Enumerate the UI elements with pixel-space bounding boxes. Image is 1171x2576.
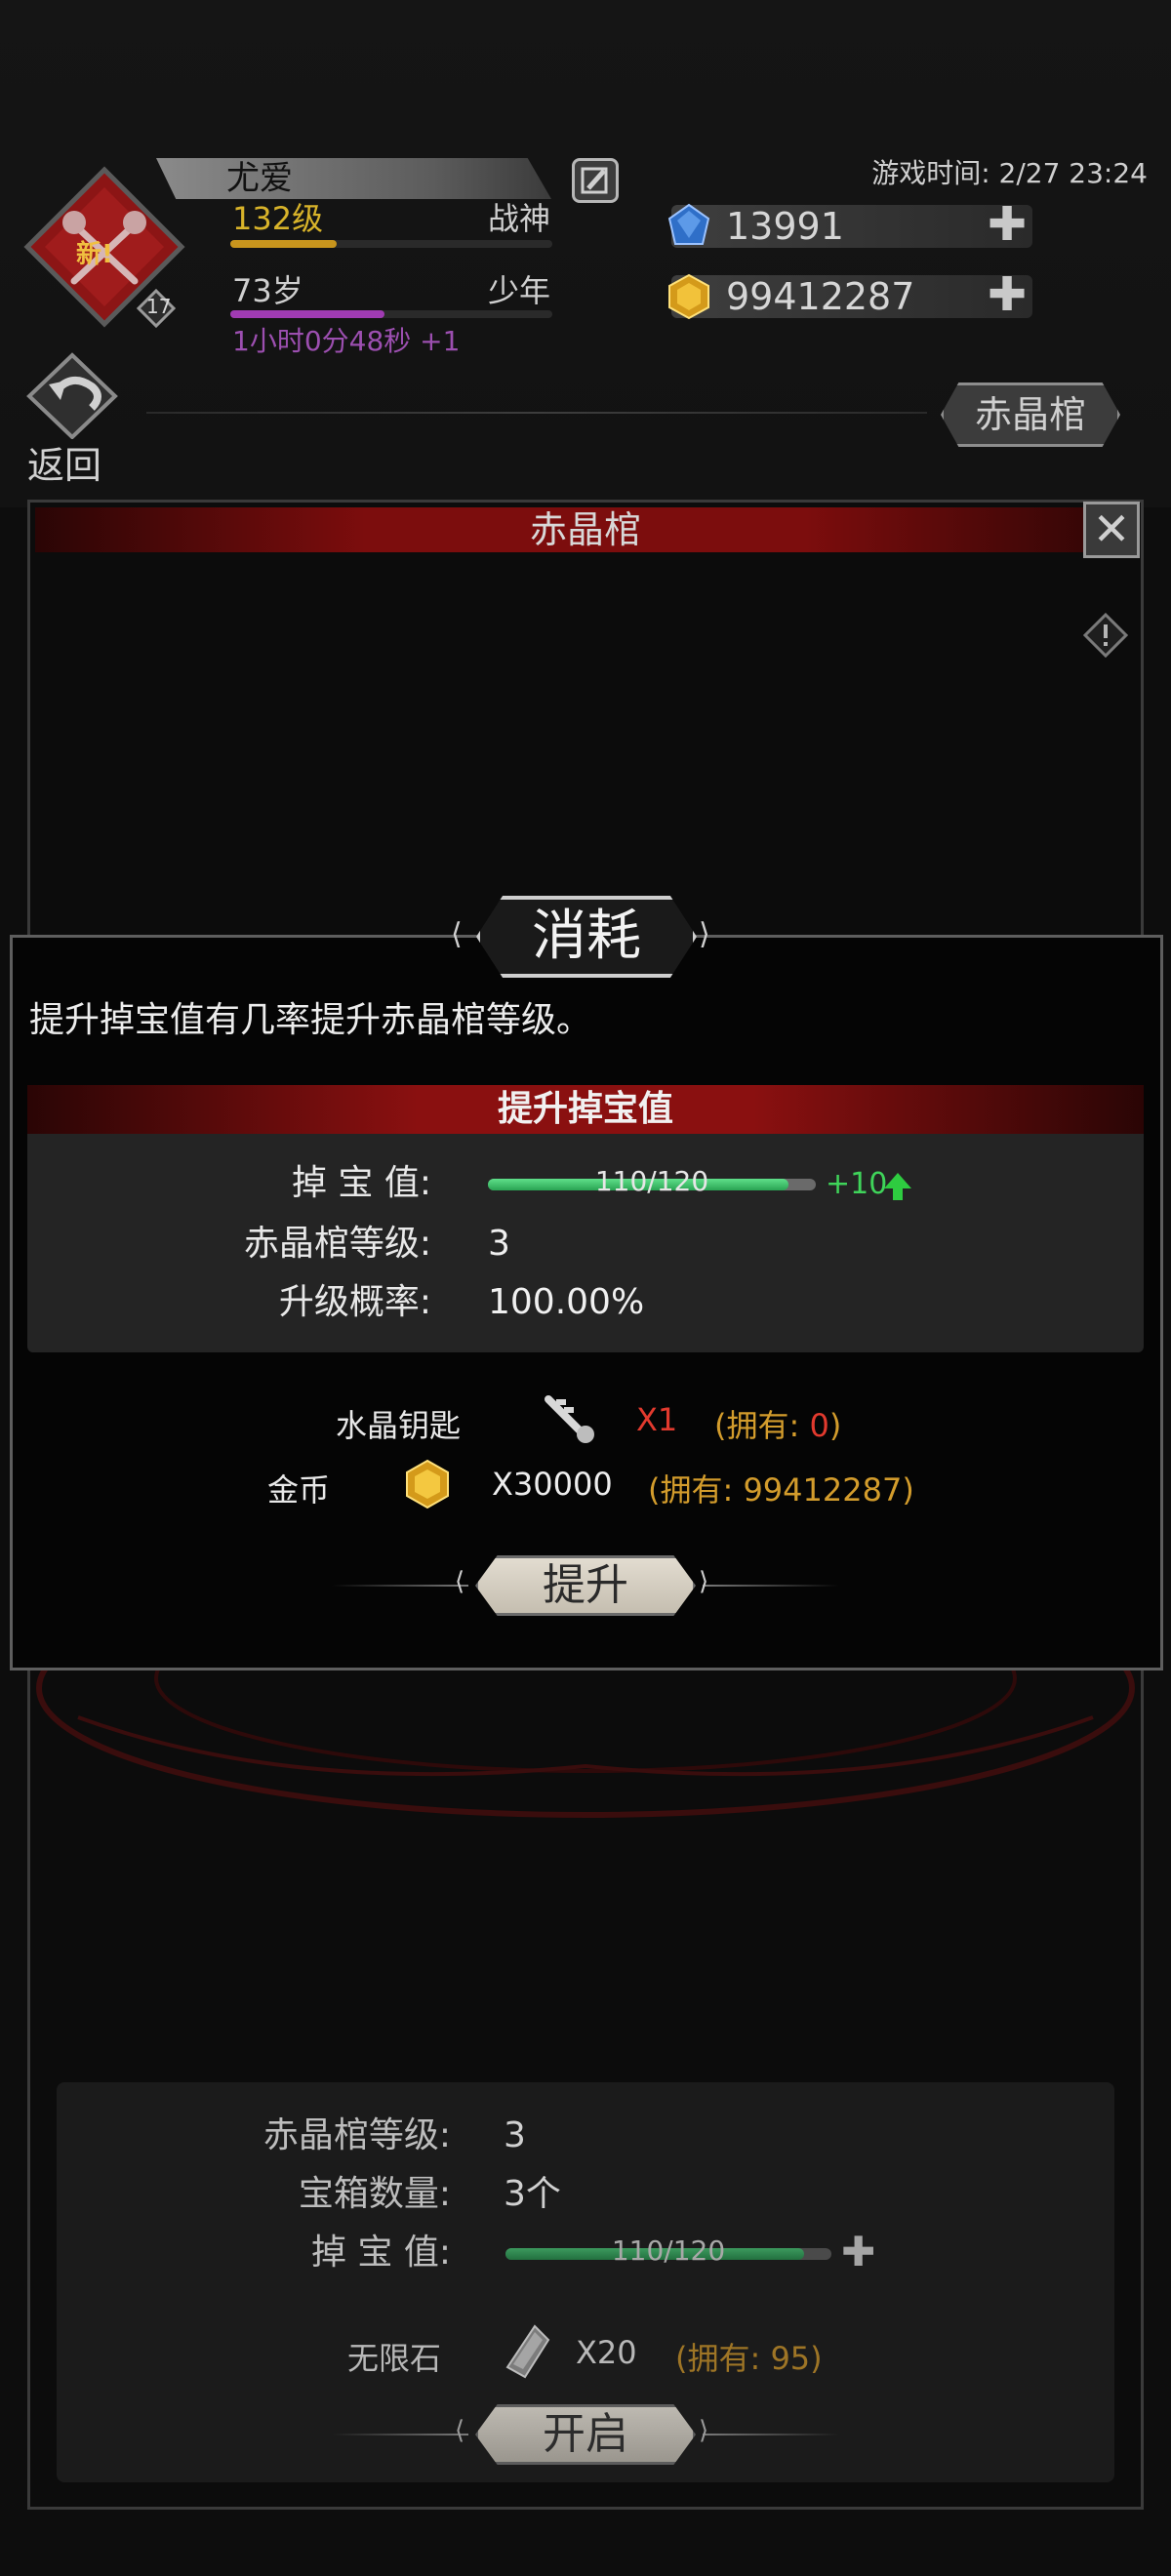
chest-count-label: 宝箱数量: — [298, 2174, 451, 2214]
upgrade-section-title: 提升掉宝值 — [27, 1085, 1144, 1134]
new-badge: 新! — [76, 240, 113, 269]
infinity-stone-qty: X20 — [576, 2334, 637, 2371]
header-divider — [146, 412, 927, 414]
player-name-plate: 尤爱 — [156, 158, 551, 199]
gem-amount: 13991 — [726, 205, 844, 248]
age-progress-fill — [230, 310, 385, 318]
level-progress-fill — [230, 240, 337, 248]
upgrade-button[interactable]: 提升 — [475, 1555, 696, 1616]
upgrade-rate-value: 100.00% — [488, 1282, 645, 1322]
return-button[interactable]: 返回 — [14, 351, 141, 488]
player-rank-title: 战神 — [487, 200, 550, 237]
bottom-drop-text: 110/120 — [611, 2234, 726, 2267]
magic-circle-decoration — [0, 1649, 1171, 1825]
gold-amount: 99412287 — [726, 275, 915, 318]
upgrade-rate-label: 升级概率: — [278, 1282, 431, 1322]
crystal-key-owned-suffix: ) — [828, 1407, 842, 1444]
crystal-key-owned-prefix: (拥有: — [714, 1407, 810, 1444]
title-ornament-left: ⟨ — [451, 917, 463, 951]
title-ornament-right: ⟩ — [699, 917, 710, 951]
level-progress-bar — [230, 240, 552, 248]
bottom-coffin-level-label: 赤晶棺等级: — [262, 2115, 451, 2155]
upgrade-ornament-right: ⟩ — [699, 1567, 709, 1596]
return-label: 返回 — [27, 444, 102, 487]
player-age: 73岁 — [232, 272, 303, 309]
player-name: 尤爱 — [226, 159, 293, 198]
gold-cost-qty: X30000 — [492, 1466, 613, 1503]
open-ornament-right: ⟩ — [699, 2416, 709, 2445]
return-arrow-icon — [26, 352, 118, 439]
drop-value-text: 110/120 — [594, 1165, 709, 1197]
crystal-key-owned-count: 0 — [809, 1407, 829, 1444]
open-button[interactable]: 开启 — [475, 2404, 696, 2465]
frame-title: 赤晶棺 — [35, 507, 1136, 552]
upgrade-ornament-left: ⟨ — [455, 1567, 465, 1596]
player-age-stage: 少年 — [487, 272, 550, 309]
gold-owned: (拥有: 99412287) — [648, 1471, 914, 1509]
add-gem-button[interactable]: ✚ — [988, 201, 1027, 248]
info-icon[interactable] — [1083, 613, 1128, 658]
drop-bonus: +10 — [826, 1167, 888, 1201]
infinity-stone-label: 无限石 — [347, 2340, 442, 2377]
age-timer: 1小时0分48秒 +1 — [232, 325, 461, 357]
coffin-level-label: 赤晶棺等级: — [243, 1224, 431, 1264]
bottom-coffin-level-value: 3 — [504, 2115, 526, 2155]
game-time: 游戏时间: 2/27 23:24 — [871, 157, 1148, 189]
page-title-tag: 赤晶棺 — [941, 382, 1120, 447]
infinity-stone-owned: (拥有: 95) — [675, 2340, 823, 2377]
crystal-key-label: 水晶钥匙 — [336, 1407, 462, 1444]
green-up-arrow-icon — [882, 1171, 913, 1202]
dialog-description: 提升掉宝值有几率提升赤晶棺等级。 — [29, 1000, 592, 1040]
age-progress-bar — [230, 310, 552, 318]
coffin-level-value: 3 — [488, 1224, 510, 1264]
drop-value-label: 掉 宝 值: — [291, 1163, 431, 1203]
open-line-left — [332, 2434, 468, 2435]
infinity-stone-icon — [502, 2322, 552, 2381]
edit-name-button[interactable] — [572, 158, 619, 203]
upgrade-line-left — [332, 1585, 468, 1587]
player-level: 132级 — [232, 200, 324, 237]
close-button[interactable]: ✕ — [1083, 502, 1140, 558]
dialog-title: 消耗 — [476, 896, 697, 978]
gold-cost-label: 金币 — [267, 1471, 331, 1509]
crystal-key-qty: X1 — [636, 1401, 678, 1438]
gold-coin-icon — [664, 271, 714, 322]
crystal-key-owned: (拥有: 0) — [714, 1401, 841, 1446]
open-line-right — [703, 2434, 839, 2435]
crystal-key-icon — [539, 1389, 601, 1446]
blue-gem-icon — [664, 201, 714, 252]
bottom-drop-label: 掉 宝 值: — [310, 2233, 451, 2273]
emblem-level-text: 17 — [146, 295, 172, 318]
gold-coin-cost-icon — [402, 1458, 453, 1510]
chest-count-value: 3个 — [504, 2174, 561, 2214]
edit-icon — [581, 167, 608, 194]
add-drop-value-button[interactable]: ✚ — [841, 2231, 875, 2274]
add-gold-button[interactable]: ✚ — [988, 271, 1027, 318]
open-ornament-left: ⟨ — [455, 2416, 465, 2445]
upgrade-line-right — [703, 1585, 839, 1587]
